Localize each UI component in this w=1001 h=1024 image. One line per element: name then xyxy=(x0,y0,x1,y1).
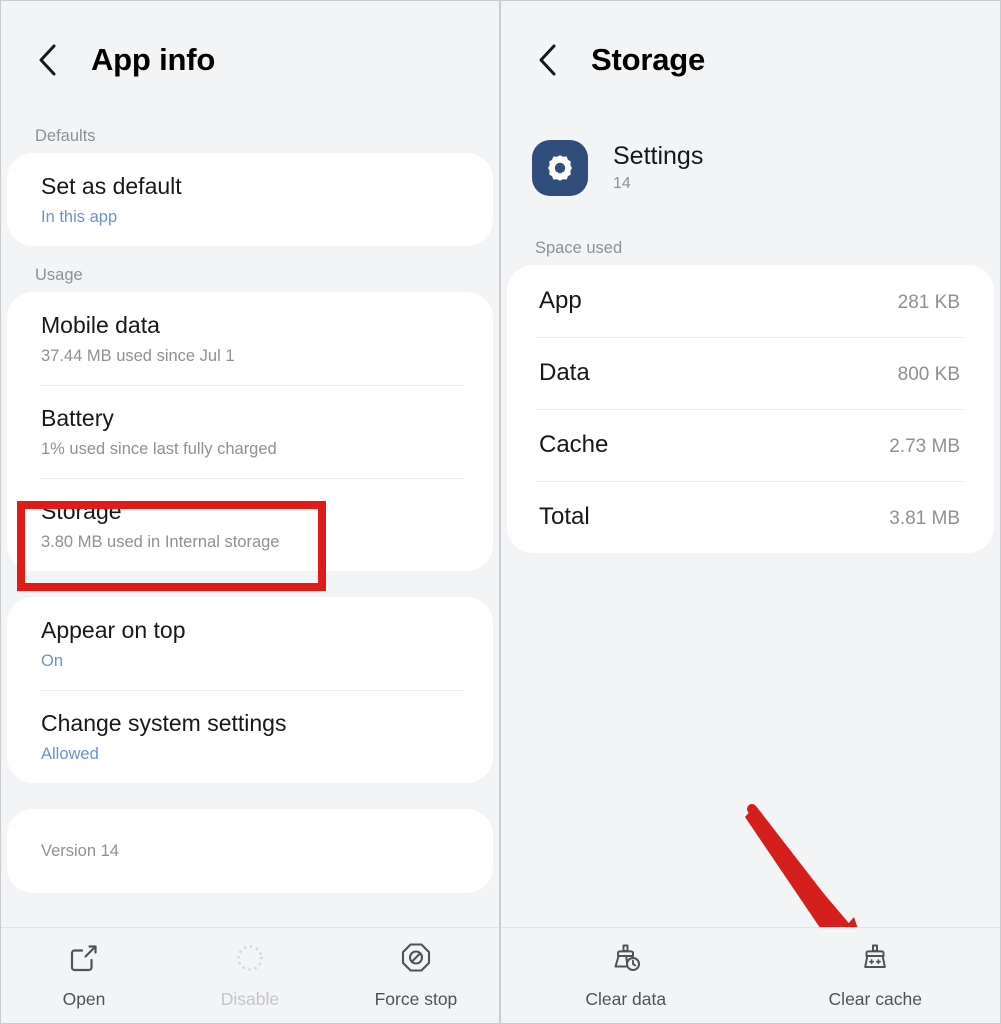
version-text: Version 14 xyxy=(41,842,119,860)
row-title: Mobile data xyxy=(41,312,160,338)
app-identity: Settings 14 xyxy=(501,119,1000,205)
card-defaults: Set as default In this app xyxy=(7,153,493,246)
row-label: Data xyxy=(539,359,590,386)
app-version: 14 xyxy=(613,175,631,192)
row-subtitle: In this app xyxy=(41,208,118,226)
section-label-usage: Usage xyxy=(35,265,83,284)
right-app-bar: Storage xyxy=(501,1,1000,119)
clear-data-button[interactable]: Clear data xyxy=(501,941,751,1010)
row-label: App xyxy=(539,287,582,314)
left-bottom-action-bar: Open Disable Force stop xyxy=(1,927,499,1023)
row-title: Battery xyxy=(41,405,114,431)
row-value: 3.81 MB xyxy=(889,508,960,529)
bottom-button-label: Clear data xyxy=(585,989,667,1009)
row-title: Change system settings xyxy=(41,710,287,736)
bottom-button-label: Open xyxy=(62,989,106,1009)
app-meta: Settings 14 xyxy=(613,141,703,195)
left-app-bar: App info xyxy=(1,1,499,119)
left-phone-screen: App info Defaults Set as default In this… xyxy=(0,0,500,1024)
row-battery[interactable]: Battery 1% used since last fully charged xyxy=(7,385,493,478)
screenshot-root: App info Defaults Set as default In this… xyxy=(0,0,1001,1024)
table-row: Cache 2.73 MB xyxy=(507,409,994,481)
row-value: 2.73 MB xyxy=(889,436,960,457)
row-subtitle: On xyxy=(41,652,64,670)
page-title: Storage xyxy=(591,42,706,77)
force-stop-button[interactable]: Force stop xyxy=(333,941,499,1010)
settings-gear-icon xyxy=(532,140,588,196)
section-label-space-used: Space used xyxy=(535,238,623,257)
clear-data-broom-clock-icon xyxy=(609,941,643,980)
row-title: Appear on top xyxy=(41,617,186,643)
page-title: App info xyxy=(91,42,216,77)
table-row: Total 3.81 MB xyxy=(507,481,994,553)
card-usage: Mobile data 37.44 MB used since Jul 1 Ba… xyxy=(7,292,493,571)
row-mobile-data[interactable]: Mobile data 37.44 MB used since Jul 1 xyxy=(7,292,493,385)
row-subtitle: 1% used since last fully charged xyxy=(41,440,277,458)
row-change-system-settings[interactable]: Change system settings Allowed xyxy=(7,690,493,783)
row-subtitle: 37.44 MB used since Jul 1 xyxy=(41,347,235,365)
dotted-circle-icon xyxy=(233,941,267,980)
row-set-as-default[interactable]: Set as default In this app xyxy=(7,153,493,246)
row-value: 800 KB xyxy=(897,364,960,385)
bottom-button-label: Disable xyxy=(220,989,280,1009)
row-title: Storage xyxy=(41,498,122,524)
chevron-left-icon[interactable] xyxy=(534,40,564,80)
bottom-button-label: Clear cache xyxy=(828,989,922,1009)
table-row: App 281 KB xyxy=(507,265,994,337)
row-title: Set as default xyxy=(41,173,182,199)
disable-button[interactable]: Disable xyxy=(167,941,333,1010)
chevron-left-icon[interactable] xyxy=(34,40,64,80)
clear-cache-button[interactable]: Clear cache xyxy=(751,941,1001,1010)
open-external-icon xyxy=(67,941,101,980)
force-stop-octagon-icon xyxy=(399,941,433,980)
row-version: Version 14 xyxy=(7,809,493,893)
row-appear-on-top[interactable]: Appear on top On xyxy=(7,597,493,690)
app-name: Settings xyxy=(613,142,704,170)
bottom-button-label: Force stop xyxy=(374,989,458,1009)
table-row: Data 800 KB xyxy=(507,337,994,409)
row-storage[interactable]: Storage 3.80 MB used in Internal storage xyxy=(7,478,493,571)
clear-cache-broom-sparkle-icon xyxy=(858,941,892,980)
right-bottom-action-bar: Clear data Clear cache xyxy=(501,927,1000,1023)
row-subtitle: 3.80 MB used in Internal storage xyxy=(41,533,280,551)
section-label-defaults: Defaults xyxy=(35,126,96,145)
card-version: Version 14 xyxy=(7,809,493,893)
row-label: Total xyxy=(539,503,590,530)
card-permissions: Appear on top On Change system settings … xyxy=(7,597,493,783)
card-space-used: App 281 KB Data 800 KB Cache 2.73 MB Tot… xyxy=(507,265,994,553)
row-value: 281 KB xyxy=(897,292,960,313)
row-label: Cache xyxy=(539,431,609,458)
open-button[interactable]: Open xyxy=(1,941,167,1010)
row-subtitle: Allowed xyxy=(41,745,99,763)
right-phone-screen: Storage Settings 14 Space used App 281 K… xyxy=(500,0,1001,1024)
